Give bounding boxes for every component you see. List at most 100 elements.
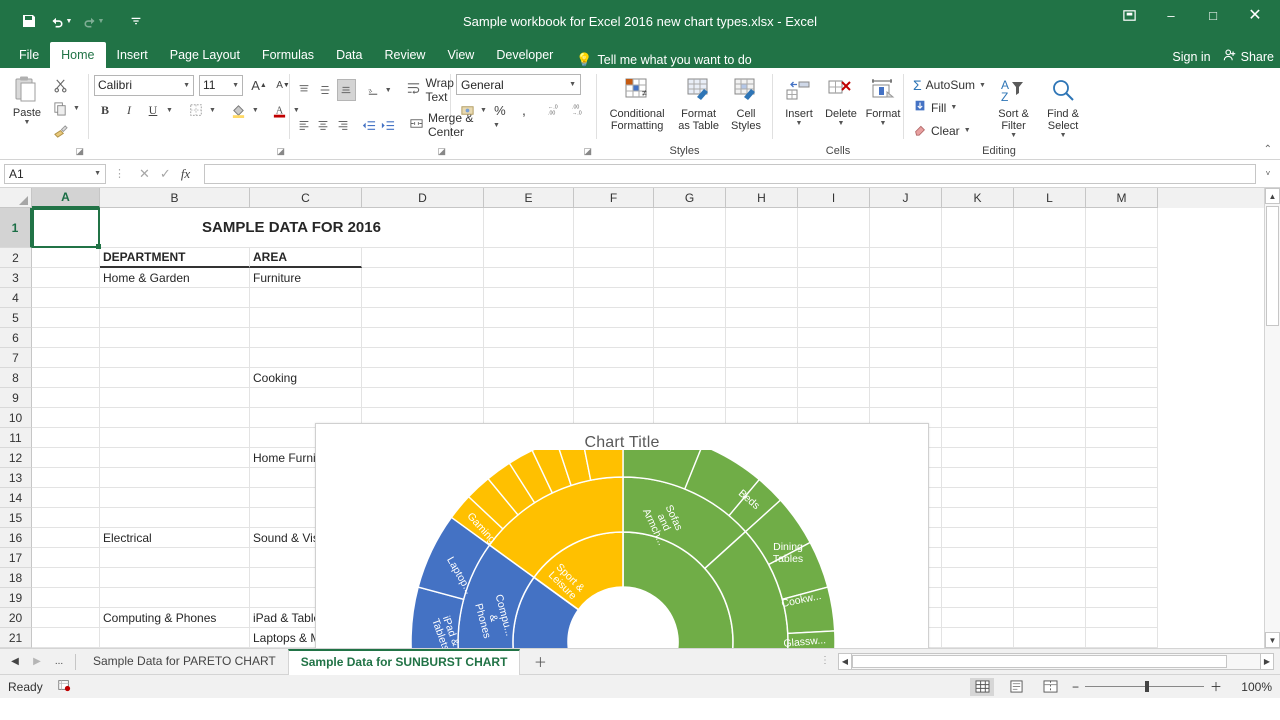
cell-M4[interactable] xyxy=(1086,288,1158,308)
cell-L4[interactable] xyxy=(1014,288,1086,308)
borders-icon[interactable] xyxy=(185,99,207,121)
cell-J1[interactable] xyxy=(870,208,942,248)
row-header-14[interactable]: 14 xyxy=(0,488,32,508)
share-button[interactable]: Share xyxy=(1223,48,1274,65)
font-dialog-launcher[interactable]: ◪ xyxy=(276,146,285,157)
align-middle-icon[interactable] xyxy=(316,79,335,101)
cell-K19[interactable] xyxy=(942,588,1014,608)
cell-G8[interactable] xyxy=(654,368,726,388)
page-break-view-button[interactable] xyxy=(1038,678,1062,696)
cell-B16[interactable]: Electrical xyxy=(100,528,250,548)
add-sheet-button[interactable]: ＋ xyxy=(530,652,550,672)
decrease-indent-icon[interactable] xyxy=(359,114,376,136)
clear-button[interactable]: Clear ▼ xyxy=(909,120,990,141)
row-header-4[interactable]: 4 xyxy=(0,288,32,308)
cell-I1[interactable] xyxy=(798,208,870,248)
select-all-corner[interactable] xyxy=(0,188,32,208)
format-painter-icon[interactable] xyxy=(49,120,71,142)
cell-H5[interactable] xyxy=(726,308,798,328)
cell-K21[interactable] xyxy=(942,628,1014,648)
cell-M18[interactable] xyxy=(1086,568,1158,588)
cell-K8[interactable] xyxy=(942,368,1014,388)
underline-button[interactable]: U xyxy=(142,99,164,121)
cell-B4[interactable] xyxy=(100,288,250,308)
cell-M15[interactable] xyxy=(1086,508,1158,528)
cell-L12[interactable] xyxy=(1014,448,1086,468)
sheet-tab-splitter[interactable]: ⋮ xyxy=(820,655,830,666)
cell-D2[interactable] xyxy=(362,248,484,268)
format-cells-button[interactable]: Format ▼ xyxy=(862,73,904,129)
sheet-ellipsis[interactable]: ... xyxy=(48,656,70,667)
scroll-right-button[interactable]: ▶ xyxy=(1260,653,1274,670)
cell-J3[interactable] xyxy=(870,268,942,288)
cell-A20[interactable] xyxy=(32,608,100,628)
comma-format-button[interactable]: , xyxy=(513,99,535,121)
cell-J9[interactable] xyxy=(870,388,942,408)
cell-M20[interactable] xyxy=(1086,608,1158,628)
cell-A13[interactable] xyxy=(32,468,100,488)
sheet-tab-sunburst[interactable]: Sample Data for SUNBURST CHART xyxy=(287,648,521,675)
cell-E1[interactable] xyxy=(484,208,574,248)
zoom-track[interactable] xyxy=(1085,681,1204,692)
cell-L6[interactable] xyxy=(1014,328,1086,348)
row-header-8[interactable]: 8 xyxy=(0,368,32,388)
undo-icon[interactable]: ▼ xyxy=(46,7,76,35)
cell-M12[interactable] xyxy=(1086,448,1158,468)
cell-M6[interactable] xyxy=(1086,328,1158,348)
cell-B19[interactable] xyxy=(100,588,250,608)
cell-E4[interactable] xyxy=(484,288,574,308)
cell-I7[interactable] xyxy=(798,348,870,368)
row-header-1[interactable]: 1 xyxy=(0,208,32,248)
cell-D5[interactable] xyxy=(362,308,484,328)
collapse-ribbon-icon[interactable]: ⌃ xyxy=(1264,144,1272,155)
cell-A11[interactable] xyxy=(32,428,100,448)
column-header-H[interactable]: H xyxy=(726,188,798,208)
cell-K5[interactable] xyxy=(942,308,1014,328)
percent-format-button[interactable]: % xyxy=(489,99,511,121)
record-macro-icon[interactable] xyxy=(57,678,71,695)
find-select-button[interactable]: Find & Select ▼ xyxy=(1037,73,1089,141)
cell-M8[interactable] xyxy=(1086,368,1158,388)
row-header-12[interactable]: 12 xyxy=(0,448,32,468)
cell-E5[interactable] xyxy=(484,308,574,328)
cell-F6[interactable] xyxy=(574,328,654,348)
cell-G7[interactable] xyxy=(654,348,726,368)
name-box[interactable]: A1 ▼ xyxy=(4,163,106,184)
font-name-input[interactable]: Calibri ▼ xyxy=(94,74,194,96)
row-header-10[interactable]: 10 xyxy=(0,408,32,428)
autosum-button[interactable]: Σ AutoSum ▼ xyxy=(909,75,990,95)
tell-me-box[interactable]: 💡 Tell me what you want to do xyxy=(564,52,751,68)
sign-in-button[interactable]: Sign in xyxy=(1172,50,1210,64)
cell-A17[interactable] xyxy=(32,548,100,568)
cell-D8[interactable] xyxy=(362,368,484,388)
row-header-13[interactable]: 13 xyxy=(0,468,32,488)
cell-K11[interactable] xyxy=(942,428,1014,448)
align-left-icon[interactable] xyxy=(295,114,312,136)
align-bottom-icon[interactable] xyxy=(336,79,356,101)
cell-L11[interactable] xyxy=(1014,428,1086,448)
row-header-6[interactable]: 6 xyxy=(0,328,32,348)
tab-insert[interactable]: Insert xyxy=(106,42,159,68)
cell-E8[interactable] xyxy=(484,368,574,388)
cell-L2[interactable] xyxy=(1014,248,1086,268)
tab-review[interactable]: Review xyxy=(373,42,436,68)
font-size-caret[interactable]: ▼ xyxy=(232,82,239,89)
formula-input[interactable] xyxy=(204,163,1256,184)
tab-file[interactable]: File xyxy=(8,42,50,68)
cell-G9[interactable] xyxy=(654,388,726,408)
cell-L19[interactable] xyxy=(1014,588,1086,608)
cell-A4[interactable] xyxy=(32,288,100,308)
cell-A5[interactable] xyxy=(32,308,100,328)
cell-L1[interactable] xyxy=(1014,208,1086,248)
cell-K13[interactable] xyxy=(942,468,1014,488)
vertical-scrollbar[interactable]: ▲ ▼ xyxy=(1264,188,1280,648)
cell-I9[interactable] xyxy=(798,388,870,408)
cell-F3[interactable] xyxy=(574,268,654,288)
expand-formula-bar-icon[interactable]: ˅ xyxy=(1260,169,1276,178)
conditional-formatting-button[interactable]: ≠ Conditional Formatting xyxy=(602,73,672,134)
column-header-E[interactable]: E xyxy=(484,188,574,208)
cell-F4[interactable] xyxy=(574,288,654,308)
ribbon-display-options-icon[interactable] xyxy=(1108,2,1150,28)
cell-A12[interactable] xyxy=(32,448,100,468)
cell-L20[interactable] xyxy=(1014,608,1086,628)
